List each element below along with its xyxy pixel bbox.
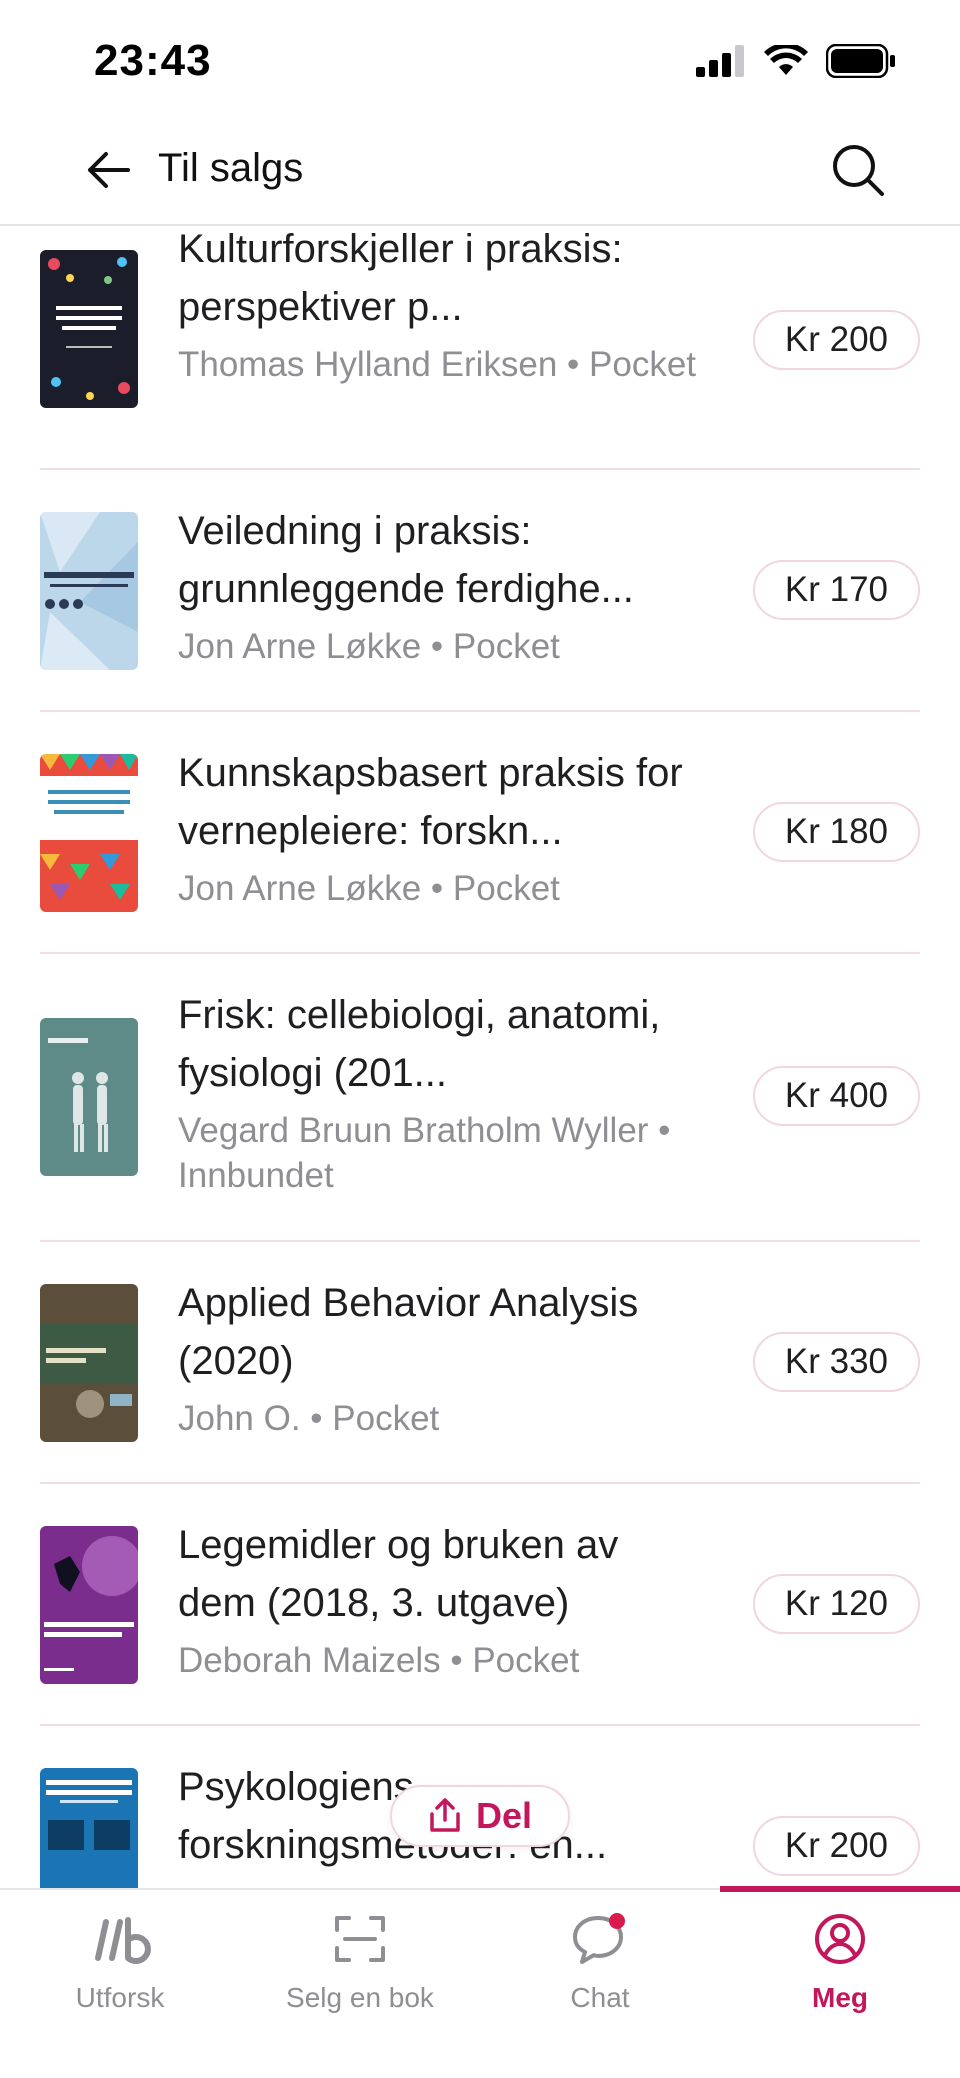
share-icon: [430, 1798, 460, 1832]
book-info: Frisk: cellebiologi, anatomi, fysiologi …: [178, 986, 698, 1198]
book-cover: [40, 1768, 138, 1888]
book-author-format: Jon Arne Løkke • Pocket: [178, 627, 560, 666]
book-list-item[interactable]: Legemidler og bruken av dem (2018, 3. ut…: [0, 1484, 960, 1726]
book-list[interactable]: Kulturforskjeller i praksis: perspektive…: [0, 228, 960, 1888]
app-header: Til salgs: [0, 120, 960, 226]
status-time: 23:43: [94, 36, 212, 85]
tab-selg-en-bok[interactable]: Selg en bok: [240, 1890, 480, 2030]
price-badge: Kr 400: [752, 1066, 920, 1126]
book-cover: [40, 1018, 138, 1176]
book-author-format: Jon Arne Løkke • Pocket: [178, 869, 560, 908]
wifi-icon: [764, 45, 808, 75]
book-cover: [40, 512, 138, 670]
tab-meg[interactable]: Meg: [720, 1890, 960, 2030]
bottom-tab-bar: Utforsk Selg en bok Chat Meg: [0, 1886, 960, 2078]
book-info: Kulturforskjeller i praksis: perspektive…: [178, 228, 698, 387]
chat-icon: [570, 1904, 630, 1974]
book-cover: [40, 754, 138, 912]
book-info: Legemidler og bruken av dem (2018, 3. ut…: [178, 1516, 698, 1683]
book-list-item[interactable]: Veiledning i praksis: grunnleggende ferd…: [0, 470, 960, 712]
arrow-left-icon: [88, 152, 130, 188]
price-badge: Kr 120: [752, 1574, 920, 1634]
tab-label: Chat: [570, 1982, 630, 2013]
battery-icon: [826, 44, 895, 78]
book-info: Kunnskapsbasert praksis for vernepleiere…: [178, 744, 698, 911]
book-title: Kulturforskjeller i praksis: perspektive…: [178, 228, 623, 329]
tab-label: Utforsk: [75, 1982, 165, 2013]
book-title: Applied Behavior Analysis (2020): [178, 1281, 639, 1383]
tab-label: Meg: [812, 1982, 868, 2013]
scan-icon: [333, 1904, 387, 1974]
page-title: Til salgs: [158, 146, 304, 190]
profile-icon: [813, 1904, 867, 1974]
tab-label: Selg en bok: [286, 1982, 434, 2013]
cellular-signal-icon: [696, 45, 744, 77]
home-indicator-area: [0, 2046, 960, 2078]
book-list-item[interactable]: Frisk: cellebiologi, anatomi, fysiologi …: [0, 954, 960, 1242]
tab-utforsk[interactable]: Utforsk: [0, 1890, 240, 2030]
explore-icon: [88, 1904, 152, 1974]
book-cover: [40, 1526, 138, 1684]
share-label: Del: [475, 1795, 533, 1836]
price-badge: Kr 330: [752, 1332, 920, 1392]
book-title: Legemidler og bruken av dem (2018, 3. ut…: [178, 1523, 619, 1625]
book-list-item[interactable]: Kunnskapsbasert praksis for vernepleiere…: [0, 712, 960, 954]
book-info: Veiledning i praksis: grunnleggende ferd…: [178, 502, 698, 669]
book-cover: [40, 1284, 138, 1442]
book-author-format: Deborah Maizels • Pocket: [178, 1641, 580, 1680]
price-badge: Kr 170: [752, 560, 920, 620]
back-button[interactable]: [80, 142, 136, 198]
price-badge: Kr 200: [752, 1816, 920, 1876]
tab-chat[interactable]: Chat: [480, 1890, 720, 2030]
book-title: Frisk: cellebiologi, anatomi, fysiologi …: [178, 993, 661, 1095]
book-author-format: Thomas Hylland Eriksen • Pocket: [178, 345, 697, 384]
price-badge: Kr 200: [752, 310, 920, 370]
share-button[interactable]: Del: [390, 1785, 570, 1847]
book-list-item[interactable]: Kulturforskjeller i praksis: perspektive…: [0, 228, 960, 470]
price-badge: Kr 180: [752, 802, 920, 862]
status-bar: 23:43: [0, 0, 960, 120]
book-title: Veiledning i praksis: grunnleggende ferd…: [178, 509, 634, 611]
book-title: Kunnskapsbasert praksis for vernepleiere…: [178, 751, 683, 853]
book-author-format: Vegard Bruun Bratholm Wyller • Innbundet: [178, 1111, 671, 1195]
book-cover: [40, 250, 138, 408]
status-icons: [696, 44, 896, 78]
search-icon: [833, 145, 884, 196]
book-author-format: John O. • Pocket: [178, 1399, 440, 1438]
book-info: Applied Behavior Analysis (2020) John O.…: [178, 1274, 698, 1441]
search-button[interactable]: [828, 140, 888, 200]
book-list-item[interactable]: Applied Behavior Analysis (2020) John O.…: [0, 1242, 960, 1484]
